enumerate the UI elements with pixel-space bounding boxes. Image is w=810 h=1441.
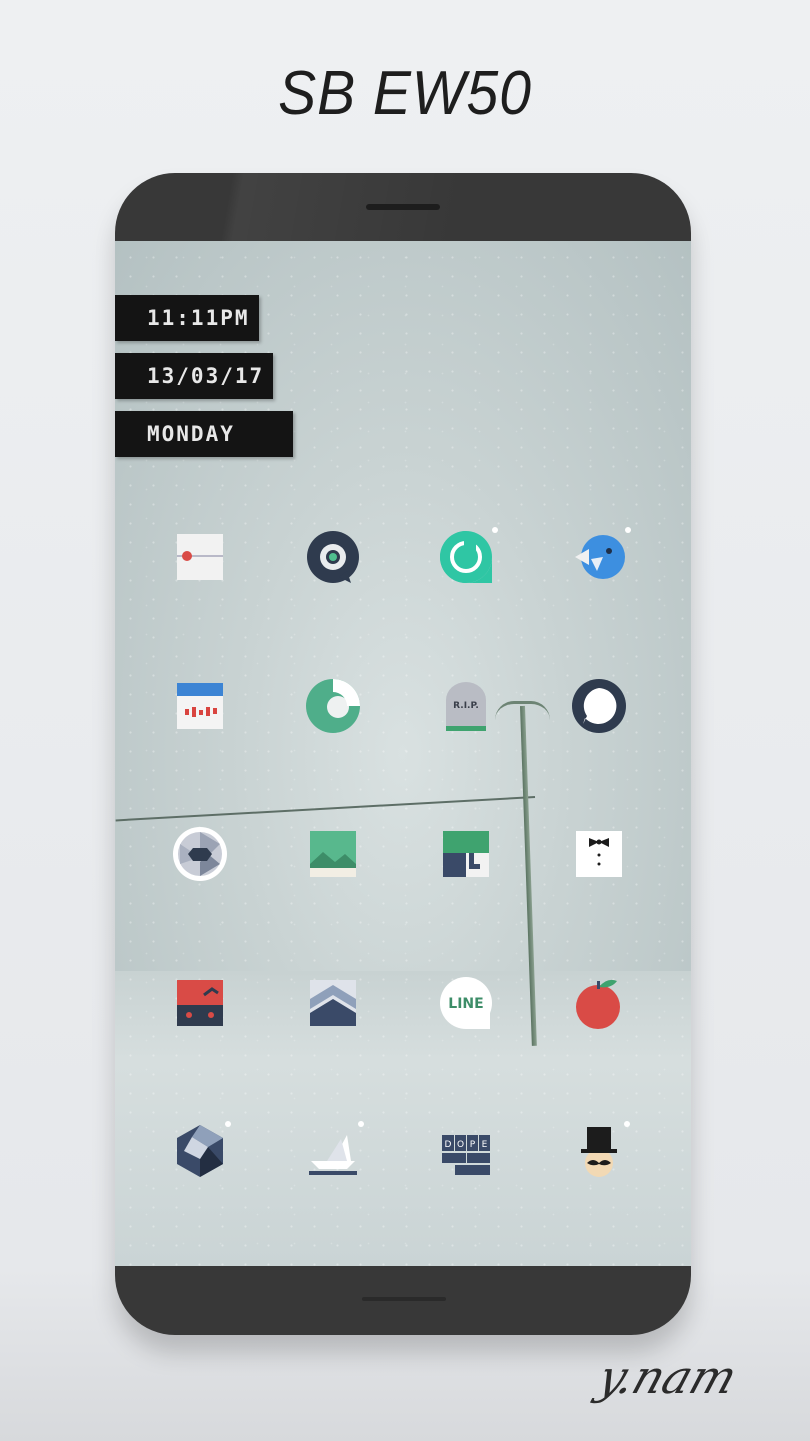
home-indicator [362,1297,446,1301]
refresh-bubble-app-icon[interactable] [436,527,496,587]
home-screen: 11:11PM 13/03/17 MONDAY R.I.P. LINE D O … [115,241,691,1266]
page-title: SB EW50 [278,59,532,128]
signature: y.nam [591,1350,744,1404]
green-circle-app-icon[interactable] [303,676,363,736]
dope-letter-e: E [482,1140,488,1150]
notification-dot [492,527,498,533]
notification-dot [358,1121,364,1127]
clock-widget-day[interactable]: MONDAY [115,411,293,457]
message-bubble-app-icon[interactable] [569,676,629,736]
notification-dot [624,1121,630,1127]
notification-dot [225,1121,231,1127]
phone-speaker [366,204,440,210]
dope-letter-o: O [457,1140,464,1150]
red-apple-app-icon[interactable] [569,973,629,1033]
phone-frame: 11:11PM 13/03/17 MONDAY R.I.P. LINE D O … [115,173,691,1335]
calendar-chart-app-icon[interactable] [170,676,230,736]
tuxedo-bowtie-app-icon[interactable] [569,824,629,884]
paper-boat-app-icon[interactable] [303,1121,363,1181]
clock-widget-date[interactable]: 13/03/17 [115,353,273,399]
green-box-app-icon[interactable] [436,824,496,884]
line-label: LINE [448,996,483,1012]
camera-aperture-app-icon[interactable] [170,824,230,884]
rip-tombstone-app-icon[interactable]: R.I.P. [436,676,496,736]
line-app-icon[interactable]: LINE [436,973,496,1033]
hexagon-gem-app-icon[interactable] [170,1121,230,1181]
blue-bird-app-icon[interactable] [569,527,629,587]
chevron-stack-app-icon[interactable] [303,973,363,1033]
clock-widget-time[interactable]: 11:11PM [115,295,259,341]
rip-label: R.I.P. [453,701,479,711]
dope-letter-d: D [445,1140,452,1150]
notification-dot [625,527,631,533]
red-robot-app-icon[interactable] [170,973,230,1033]
top-hat-mustache-app-icon[interactable] [569,1121,629,1181]
slider-app-icon[interactable] [170,527,230,587]
dope-letter-p: P [470,1140,476,1150]
landscape-photo-app-icon[interactable] [303,824,363,884]
dope-app-icon[interactable]: D O P E [436,1121,496,1181]
chat-bubble-app-icon[interactable] [303,527,363,587]
